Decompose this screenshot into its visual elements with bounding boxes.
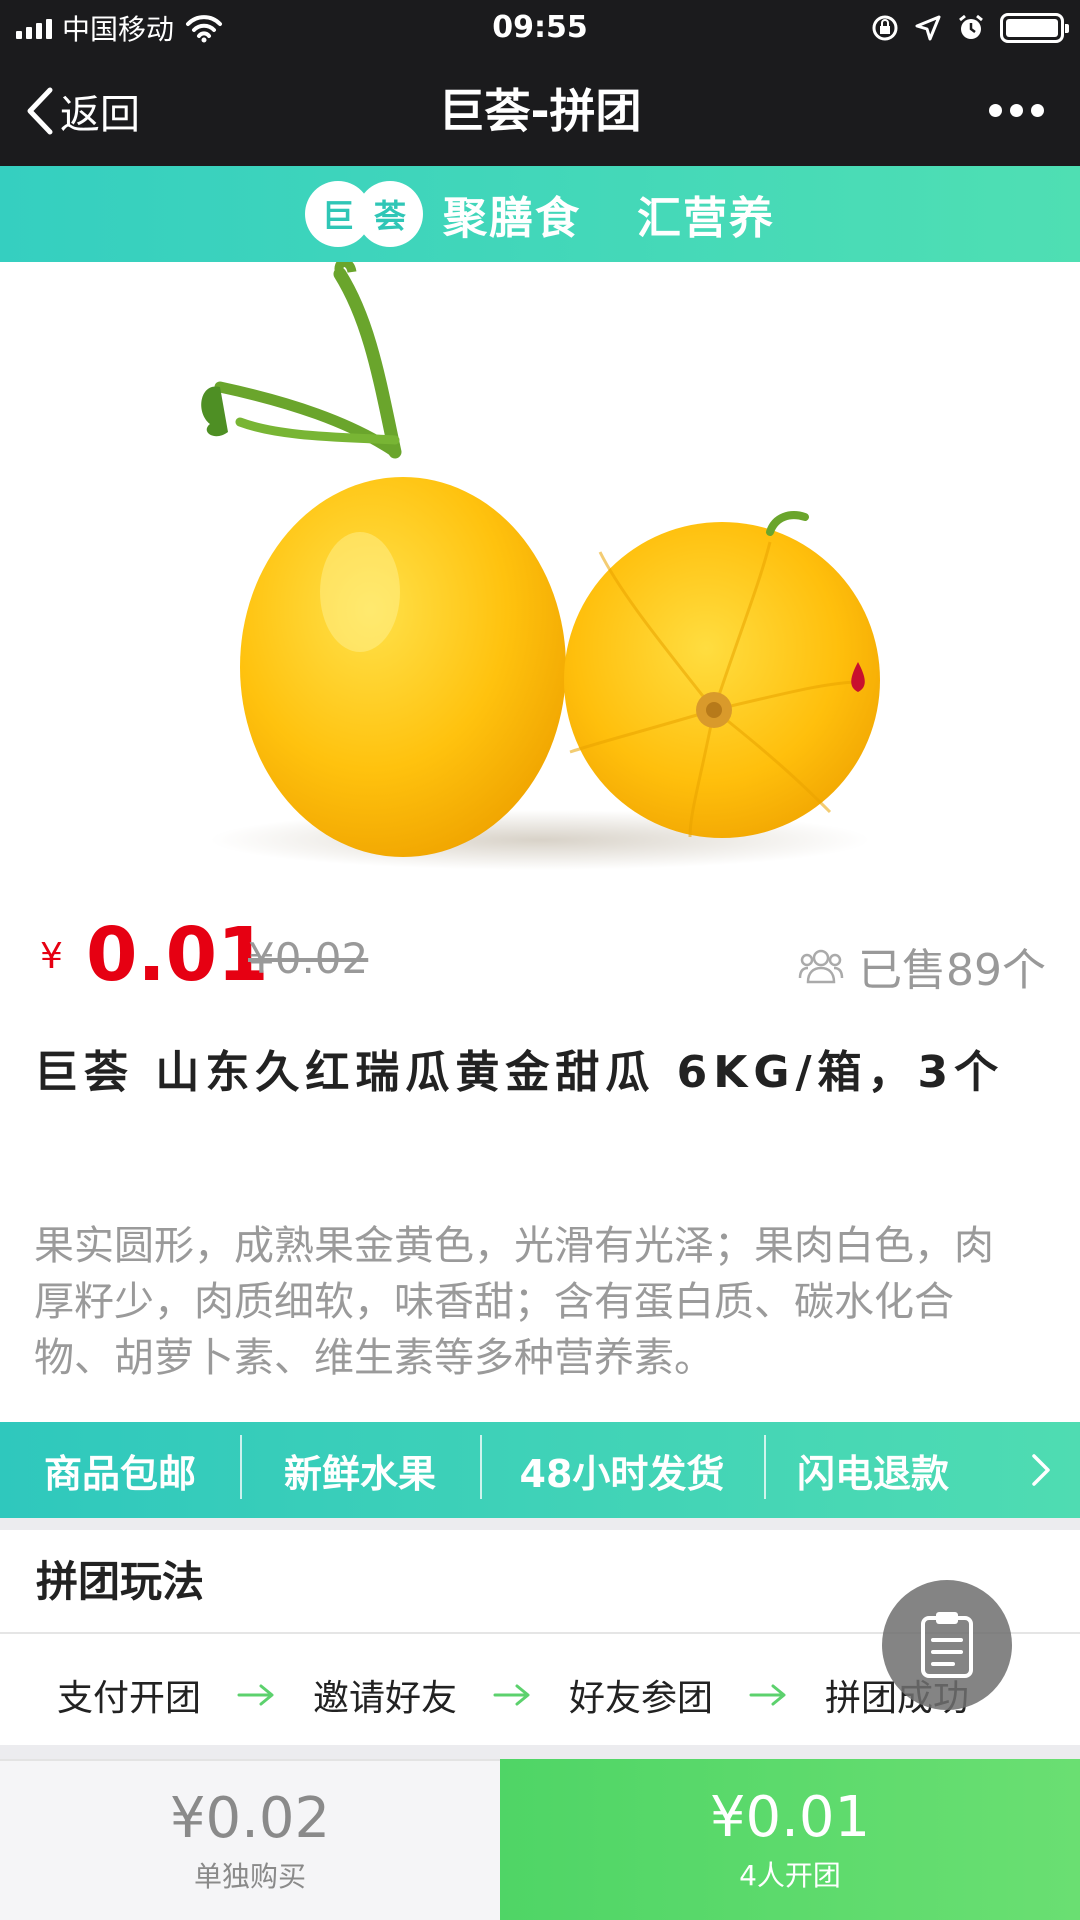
product-description: 果实圆形，成熟果金黄色，光滑有光泽；果肉白色，肉厚籽少，肉质细软，味香甜；含有蛋… bbox=[34, 1223, 994, 1381]
arrow-right-icon bbox=[237, 1684, 274, 1706]
floating-orders-button[interactable] bbox=[882, 1580, 1012, 1710]
group-buy-label: 4人开团 bbox=[739, 1859, 841, 1892]
more-options-button[interactable] bbox=[989, 104, 1044, 117]
page-title: 巨荟-拼团 bbox=[438, 84, 642, 138]
clipboard-icon bbox=[921, 1612, 973, 1678]
product-image bbox=[0, 262, 1080, 890]
arrow-right-icon bbox=[493, 1684, 530, 1706]
more-dots-icon bbox=[989, 104, 1002, 117]
sold-text: 已售89个 bbox=[858, 945, 1046, 996]
buy-alone-button[interactable]: ¥0.02 单独购买 bbox=[0, 1759, 500, 1920]
orientation-lock-icon bbox=[872, 15, 898, 41]
chevron-right-icon[interactable] bbox=[1030, 1452, 1052, 1488]
alarm-icon bbox=[959, 14, 983, 39]
original-price: ¥0.02 bbox=[248, 934, 369, 983]
feature-48h-delivery: 48小时发货 bbox=[480, 1434, 764, 1499]
purchase-bar: ¥0.02 单独购买 ¥0.01 4人开团 bbox=[0, 1759, 1080, 1920]
step-join: 好友参团 bbox=[569, 1678, 714, 1719]
feature-fast-refund: 闪电退款 bbox=[764, 1434, 982, 1499]
slogan-text-1: 聚膳食 bbox=[443, 193, 581, 244]
back-button[interactable]: 返回 bbox=[24, 56, 140, 166]
location-icon bbox=[915, 15, 941, 41]
rules-header: 拼团玩法 bbox=[36, 1557, 205, 1606]
users-icon bbox=[798, 949, 844, 984]
brand-logo: 巨 荟 bbox=[305, 181, 423, 247]
arrow-right-icon bbox=[749, 1684, 786, 1706]
product-title: 巨荟 山东久红瑞瓜黄金甜瓜 6KG/箱，3个 bbox=[34, 1047, 1005, 1098]
back-label: 返回 bbox=[60, 92, 140, 138]
step-invite: 邀请好友 bbox=[313, 1678, 458, 1719]
slogan-text-2: 汇营养 bbox=[637, 193, 775, 244]
group-price: 0.01 bbox=[86, 912, 269, 998]
single-price: ¥0.02 bbox=[169, 1786, 331, 1851]
step-pay: 支付开团 bbox=[57, 1678, 202, 1719]
currency-symbol: ¥ bbox=[40, 936, 63, 977]
service-features-bar[interactable]: 商品包邮 新鲜水果 48小时发货 闪电退款 bbox=[0, 1422, 1080, 1518]
section-divider bbox=[0, 1518, 1080, 1530]
feature-free-shipping: 商品包邮 bbox=[43, 1451, 196, 1496]
group-buy-price: ¥0.01 bbox=[709, 1785, 871, 1850]
start-group-button[interactable]: ¥0.01 4人开团 bbox=[500, 1759, 1080, 1920]
brand-banner: 巨 荟 聚膳食 汇营养 bbox=[0, 166, 1080, 262]
sold-count: 已售89个 bbox=[798, 934, 1046, 998]
logo-char-2: 荟 bbox=[357, 181, 423, 247]
price-row: ¥ 0.01 ¥0.02 已售89个 bbox=[0, 900, 1080, 1020]
single-label: 单独购买 bbox=[193, 1860, 306, 1893]
battery-icon bbox=[1000, 13, 1069, 43]
status-bar: 中国移动 09:55 bbox=[0, 0, 1080, 56]
feature-fresh-fruit: 新鲜水果 bbox=[240, 1434, 480, 1499]
bottom-divider bbox=[0, 1745, 1080, 1759]
chevron-left-icon bbox=[27, 87, 53, 135]
navigation-bar: 返回 巨荟-拼团 bbox=[0, 56, 1080, 166]
